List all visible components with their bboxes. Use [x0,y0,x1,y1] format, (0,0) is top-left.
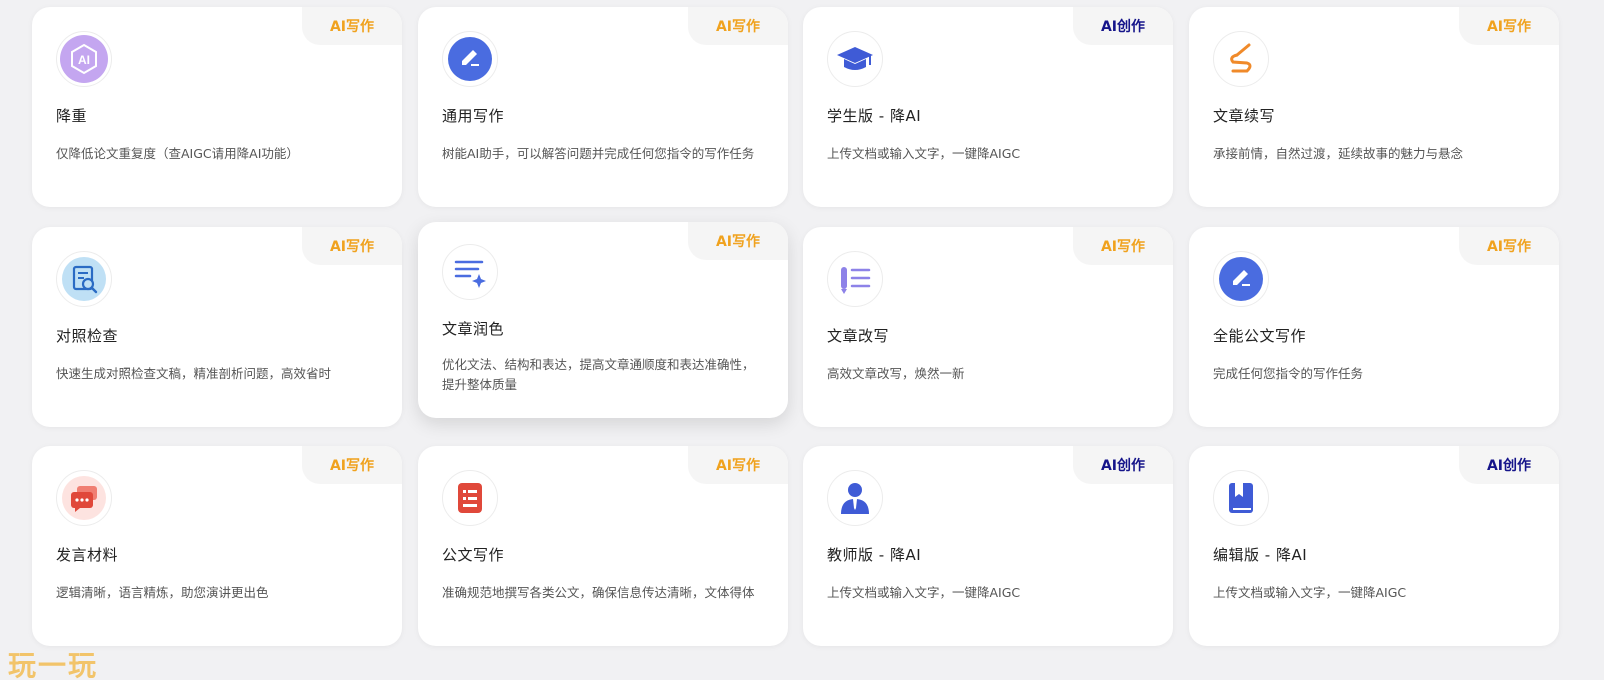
card-tag: AI写作 [688,222,788,260]
card-description: 逻辑清晰，语言精炼，助您演讲更出色 [56,585,269,600]
card-tag: AI写作 [302,7,402,45]
card-article-continue[interactable]: AI写作 文章续写 承接前情，自然过渡，延续故事的魅力与悬念 [1189,7,1559,207]
document-list-icon [442,470,498,526]
card-title: 通用写作 [442,107,505,125]
card-tag: AI创作 [1459,446,1559,484]
tool-grid: AI写作 AI 降重 仅降低论文重复度（查AIGC请用降AI功能） AI写作 通… [0,0,1604,680]
card-official-doc-writing[interactable]: AI写作 公文写作 准确规范地撰写各类公文，确保信息传达清晰，文体得体 [418,446,788,646]
card-comparison-check[interactable]: AI写作 对照检查 快速生成对照检查文稿，精准剖析问题，高效省时 [32,227,402,427]
card-description: 树能AI助手，可以解答问题并完成任何您指令的写作任务 [442,146,755,161]
squiggle-pen-icon [1213,31,1269,87]
card-title: 文章改写 [827,327,890,345]
card-editor-reduce-ai[interactable]: AI创作 编辑版 - 降AI 上传文档或输入文字，一键降AIGC [1189,446,1559,646]
svg-text:AI: AI [78,53,90,67]
card-description: 上传文档或输入文字，一键降AIGC [827,585,1021,600]
card-tag: AI写作 [1459,227,1559,265]
card-title: 文章续写 [1213,107,1276,125]
bookmark-book-icon [1213,470,1269,526]
card-tag: AI写作 [1459,7,1559,45]
sparkle-lines-icon [442,244,498,300]
card-jiangzhong[interactable]: AI写作 AI 降重 仅降低论文重复度（查AIGC请用降AI功能） [32,7,402,207]
card-student-reduce-ai[interactable]: AI创作 学生版 - 降AI 上传文档或输入文字，一键降AIGC [803,7,1173,207]
card-tag: AI写作 [302,227,402,265]
card-title: 学生版 - 降AI [827,107,922,125]
card-teacher-reduce-ai[interactable]: AI创作 教师版 - 降AI 上传文档或输入文字，一键降AIGC [803,446,1173,646]
card-tag: AI创作 [1073,7,1173,45]
card-title: 文章润色 [442,320,505,338]
card-all-round-official-writing[interactable]: AI写作 全能公文写作 完成任何您指令的写作任务 [1189,227,1559,427]
card-title: 发言材料 [56,546,119,564]
chat-bubbles-icon [56,470,112,526]
card-description: 高效文章改写，焕然一新 [827,366,965,381]
card-title: 教师版 - 降AI [827,546,922,564]
card-tag: AI写作 [688,7,788,45]
watermark-logo: 玩一玩 [8,649,99,680]
card-title: 对照检查 [56,327,119,345]
card-description: 快速生成对照检查文稿，精准剖析问题，高效省时 [56,366,332,381]
pencil-circle-icon [1213,251,1269,307]
card-tag: AI写作 [1073,227,1173,265]
pen-list-icon [827,251,883,307]
teacher-person-icon [827,470,883,526]
card-tag: AI写作 [302,446,402,484]
card-title: 降重 [56,107,88,125]
card-title: 公文写作 [442,546,505,564]
ai-badge-icon: AI [56,31,112,87]
card-description: 上传文档或输入文字，一键降AIGC [827,146,1021,161]
card-tag: AI写作 [688,446,788,484]
card-speech-material[interactable]: AI写作 发言材料 逻辑清晰，语言精炼，助您演讲更出色 [32,446,402,646]
card-description: 仅降低论文重复度（查AIGC请用降AI功能） [56,146,299,161]
card-description: 上传文档或输入文字，一键降AIGC [1213,585,1407,600]
card-description: 优化文法、结构和表达，提高文章通顺度和表达准确性，提升整体质量 [442,357,755,392]
card-description: 完成任何您指令的写作任务 [1213,366,1364,381]
document-search-icon [56,251,112,307]
card-title: 全能公文写作 [1213,327,1307,345]
card-article-polish[interactable]: AI写作 文章润色 优化文法、结构和表达，提高文章通顺度和表达准确性，提升整体质… [418,222,788,418]
graduation-cap-icon [827,31,883,87]
card-article-rewrite[interactable]: AI写作 文章改写 高效文章改写，焕然一新 [803,227,1173,427]
card-title: 编辑版 - 降AI [1213,546,1308,564]
card-tag: AI创作 [1073,446,1173,484]
card-general-writing[interactable]: AI写作 通用写作 树能AI助手，可以解答问题并完成任何您指令的写作任务 [418,7,788,207]
card-description: 承接前情，自然过渡，延续故事的魅力与悬念 [1213,146,1464,161]
card-description: 准确规范地撰写各类公文，确保信息传达清晰，文体得体 [442,585,755,600]
pencil-circle-icon [442,31,498,87]
